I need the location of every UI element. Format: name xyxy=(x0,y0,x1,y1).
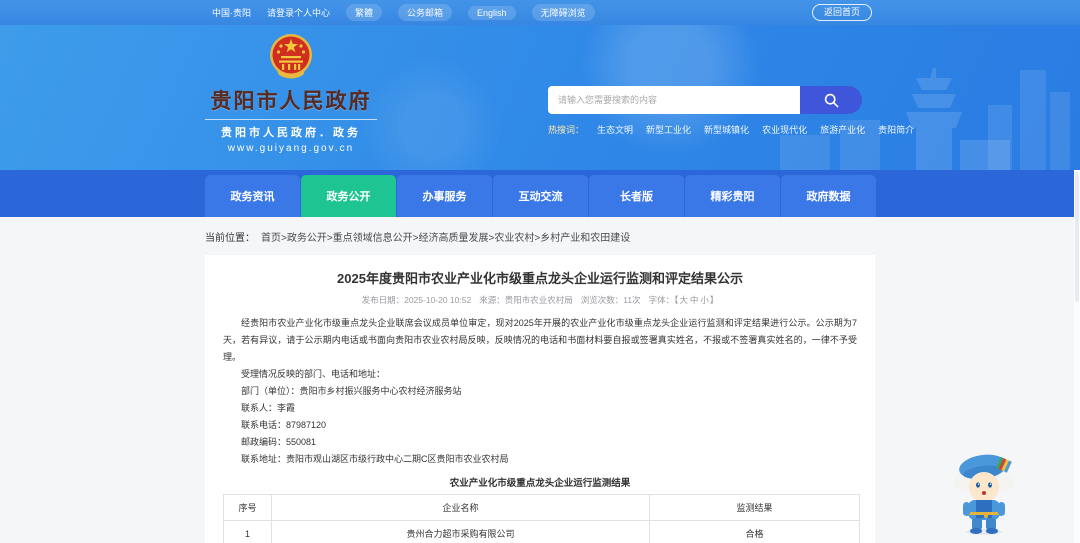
site-url: www.guiyang.gov.cn xyxy=(227,143,355,154)
site-title: 贵阳市人民政府 xyxy=(210,90,372,113)
search-icon xyxy=(824,93,838,107)
search-input[interactable] xyxy=(548,86,800,114)
hot-search-link[interactable]: 旅游产业化 xyxy=(820,123,865,136)
search-area: 热搜词： 生态文明新型工业化新型城镇化农业现代化旅游产业化贵阳简介 xyxy=(548,86,914,136)
mascot-assistant[interactable] xyxy=(946,450,1022,536)
nav-tab[interactable]: 政务资讯 xyxy=(205,175,300,217)
font-size-control: 字体：【大中小】 xyxy=(649,294,719,306)
article-paragraph: 经贵阳市农业产业化市级重点龙头企业联席会议成员单位审定，现对2025年开展的农业… xyxy=(223,318,857,362)
header-result: 监测结果 xyxy=(649,494,860,521)
nav-tab[interactable]: 精彩贵阳 xyxy=(685,175,780,217)
topbar-link[interactable]: 公务邮箱 xyxy=(398,4,453,21)
site-logo[interactable]: 贵阳市人民政府 贵阳市人民政府．政务 www.guiyang.gov.cn xyxy=(205,31,377,154)
top-utility-bar: 中国·贵阳 请登录个人中心 繁體 公务邮箱 English 无障碍浏览 返回首页 xyxy=(0,0,1080,25)
nav-tab[interactable]: 互动交流 xyxy=(493,175,588,217)
main-nav: 政务资讯 政务公开 办事服务 互动交流 长者版 精彩贵阳 政府数据 xyxy=(0,170,1080,217)
cell-result: 合格 xyxy=(649,520,860,543)
hot-search-label: 热搜词： xyxy=(548,125,585,135)
topbar-link[interactable]: 请登录个人中心 xyxy=(267,6,330,19)
font-size-open: 字体：【 xyxy=(648,295,679,305)
article-paragraph: 邮政编码：550081 xyxy=(241,437,317,447)
hot-search-row: 热搜词： 生态文明 新型工业化 新型城镇化 农业现代化 旅游产业化 贵阳简介 xyxy=(548,123,914,136)
header-no: 序号 xyxy=(223,494,272,521)
site-header: 贵阳市人民政府 贵阳市人民政府．政务 www.guiyang.gov.cn 热搜… xyxy=(0,25,1080,170)
breadcrumb-label: 当前位置： xyxy=(205,232,255,244)
header-company: 企业名称 xyxy=(271,494,650,521)
hot-search-links: 生态文明 新型工业化 新型城镇化 农业现代化 旅游产业化 贵阳简介 xyxy=(597,123,914,136)
scrollbar-thumb[interactable] xyxy=(1075,172,1079,302)
nav-tab[interactable]: 政府数据 xyxy=(781,175,876,217)
national-emblem-icon xyxy=(270,34,312,79)
hot-search-link[interactable]: 农业现代化 xyxy=(762,123,807,136)
topbar-link[interactable]: 无障碍浏览 xyxy=(531,4,595,21)
topbar-links: 中国·贵阳 请登录个人中心 繁體 公务邮箱 English 无障碍浏览 xyxy=(212,4,595,21)
table-caption: 农业产业化市级重点龙头企业运行监测结果 xyxy=(449,478,631,489)
article-paragraph: 联系地址：贵阳市观山湖区市级行政中心二期C区贵阳市农业农村局 xyxy=(241,454,509,464)
view-count: 浏览次数：11次 xyxy=(580,295,641,305)
hot-search-link[interactable]: 生态文明 xyxy=(597,123,633,136)
article-meta: 发布日期：2025-10-20 10:52 来源：贵阳市农业农村局 浏览次数：1… xyxy=(223,294,857,306)
font-size-option[interactable]: 大 xyxy=(679,295,688,305)
font-size-option[interactable]: 中 xyxy=(690,295,699,305)
scrollbar[interactable] xyxy=(1074,170,1080,543)
article-paragraph: 受理情况反映的部门、电话和地址： xyxy=(241,369,386,379)
article-paragraph: 联系电话：87987120 xyxy=(241,420,327,430)
breadcrumb: 当前位置： 首页>政务公开>重点领域信息公开>经济高质量发展>农业农村>乡村产业… xyxy=(0,217,1080,255)
table-header-row: 序号 企业名称 监测结果 xyxy=(223,494,860,521)
hot-search-link[interactable]: 新型工业化 xyxy=(646,123,691,136)
monitoring-result-table: 序号 企业名称 监测结果 1 贵州合力超市采购有限公司 合格 2 贵州友禾种业 xyxy=(223,494,860,543)
font-size-close: 】 xyxy=(709,295,719,305)
font-size-option[interactable]: 小 xyxy=(700,295,709,305)
article-paragraph: 部门（单位）：贵阳市乡村振兴服务中心农村经济服务站 xyxy=(241,386,462,396)
article-card: 2025年度贵阳市农业产业化市级重点龙头企业运行监测和评定结果公示 发布日期：2… xyxy=(205,255,875,543)
nav-tabs: 政务资讯 政务公开 办事服务 互动交流 长者版 精彩贵阳 政府数据 xyxy=(205,170,1080,217)
cell-no: 1 xyxy=(223,520,272,543)
nav-tab[interactable]: 长者版 xyxy=(589,175,684,217)
nav-tab[interactable]: 政务公开 xyxy=(301,175,396,217)
site-subtitle: 贵阳市人民政府．政务 xyxy=(205,119,377,140)
hot-search-link[interactable]: 贵阳简介 xyxy=(878,123,914,136)
font-size-options: 大中小 xyxy=(678,295,710,305)
topbar-link[interactable]: English xyxy=(468,5,516,20)
publish-date: 发布日期：2025-10-20 10:52 xyxy=(361,295,472,305)
article-title: 2025年度贵阳市农业产业化市级重点龙头企业运行监测和评定结果公示 xyxy=(337,271,743,286)
page: 中国·贵阳 请登录个人中心 繁體公务邮箱 English 无障碍浏览 返回首页 xyxy=(0,0,1080,543)
search-button[interactable] xyxy=(800,86,862,114)
cell-company: 贵州合力超市采购有限公司 xyxy=(271,520,650,543)
topbar-link[interactable]: 中国·贵阳 xyxy=(212,6,251,19)
back-home-button[interactable]: 返回首页 xyxy=(811,4,872,21)
article-body: 经贵阳市农业产业化市级重点龙头企业联席会议成员单位审定，现对2025年开展的农业… xyxy=(223,315,857,468)
article-source: 来源：贵阳市农业农村局 xyxy=(479,295,573,305)
breadcrumb-path[interactable]: 首页>政务公开>重点领域信息公开>经济高质量发展>农业农村>乡村产业和农田建设 xyxy=(261,229,630,244)
nav-tab[interactable]: 办事服务 xyxy=(397,175,492,217)
article-paragraph: 联系人：李霞 xyxy=(241,403,296,413)
table-row: 1 贵州合力超市采购有限公司 合格 xyxy=(223,520,860,543)
hot-search-link[interactable]: 新型城镇化 xyxy=(704,123,749,136)
topbar-link[interactable]: 繁體 xyxy=(346,4,383,21)
